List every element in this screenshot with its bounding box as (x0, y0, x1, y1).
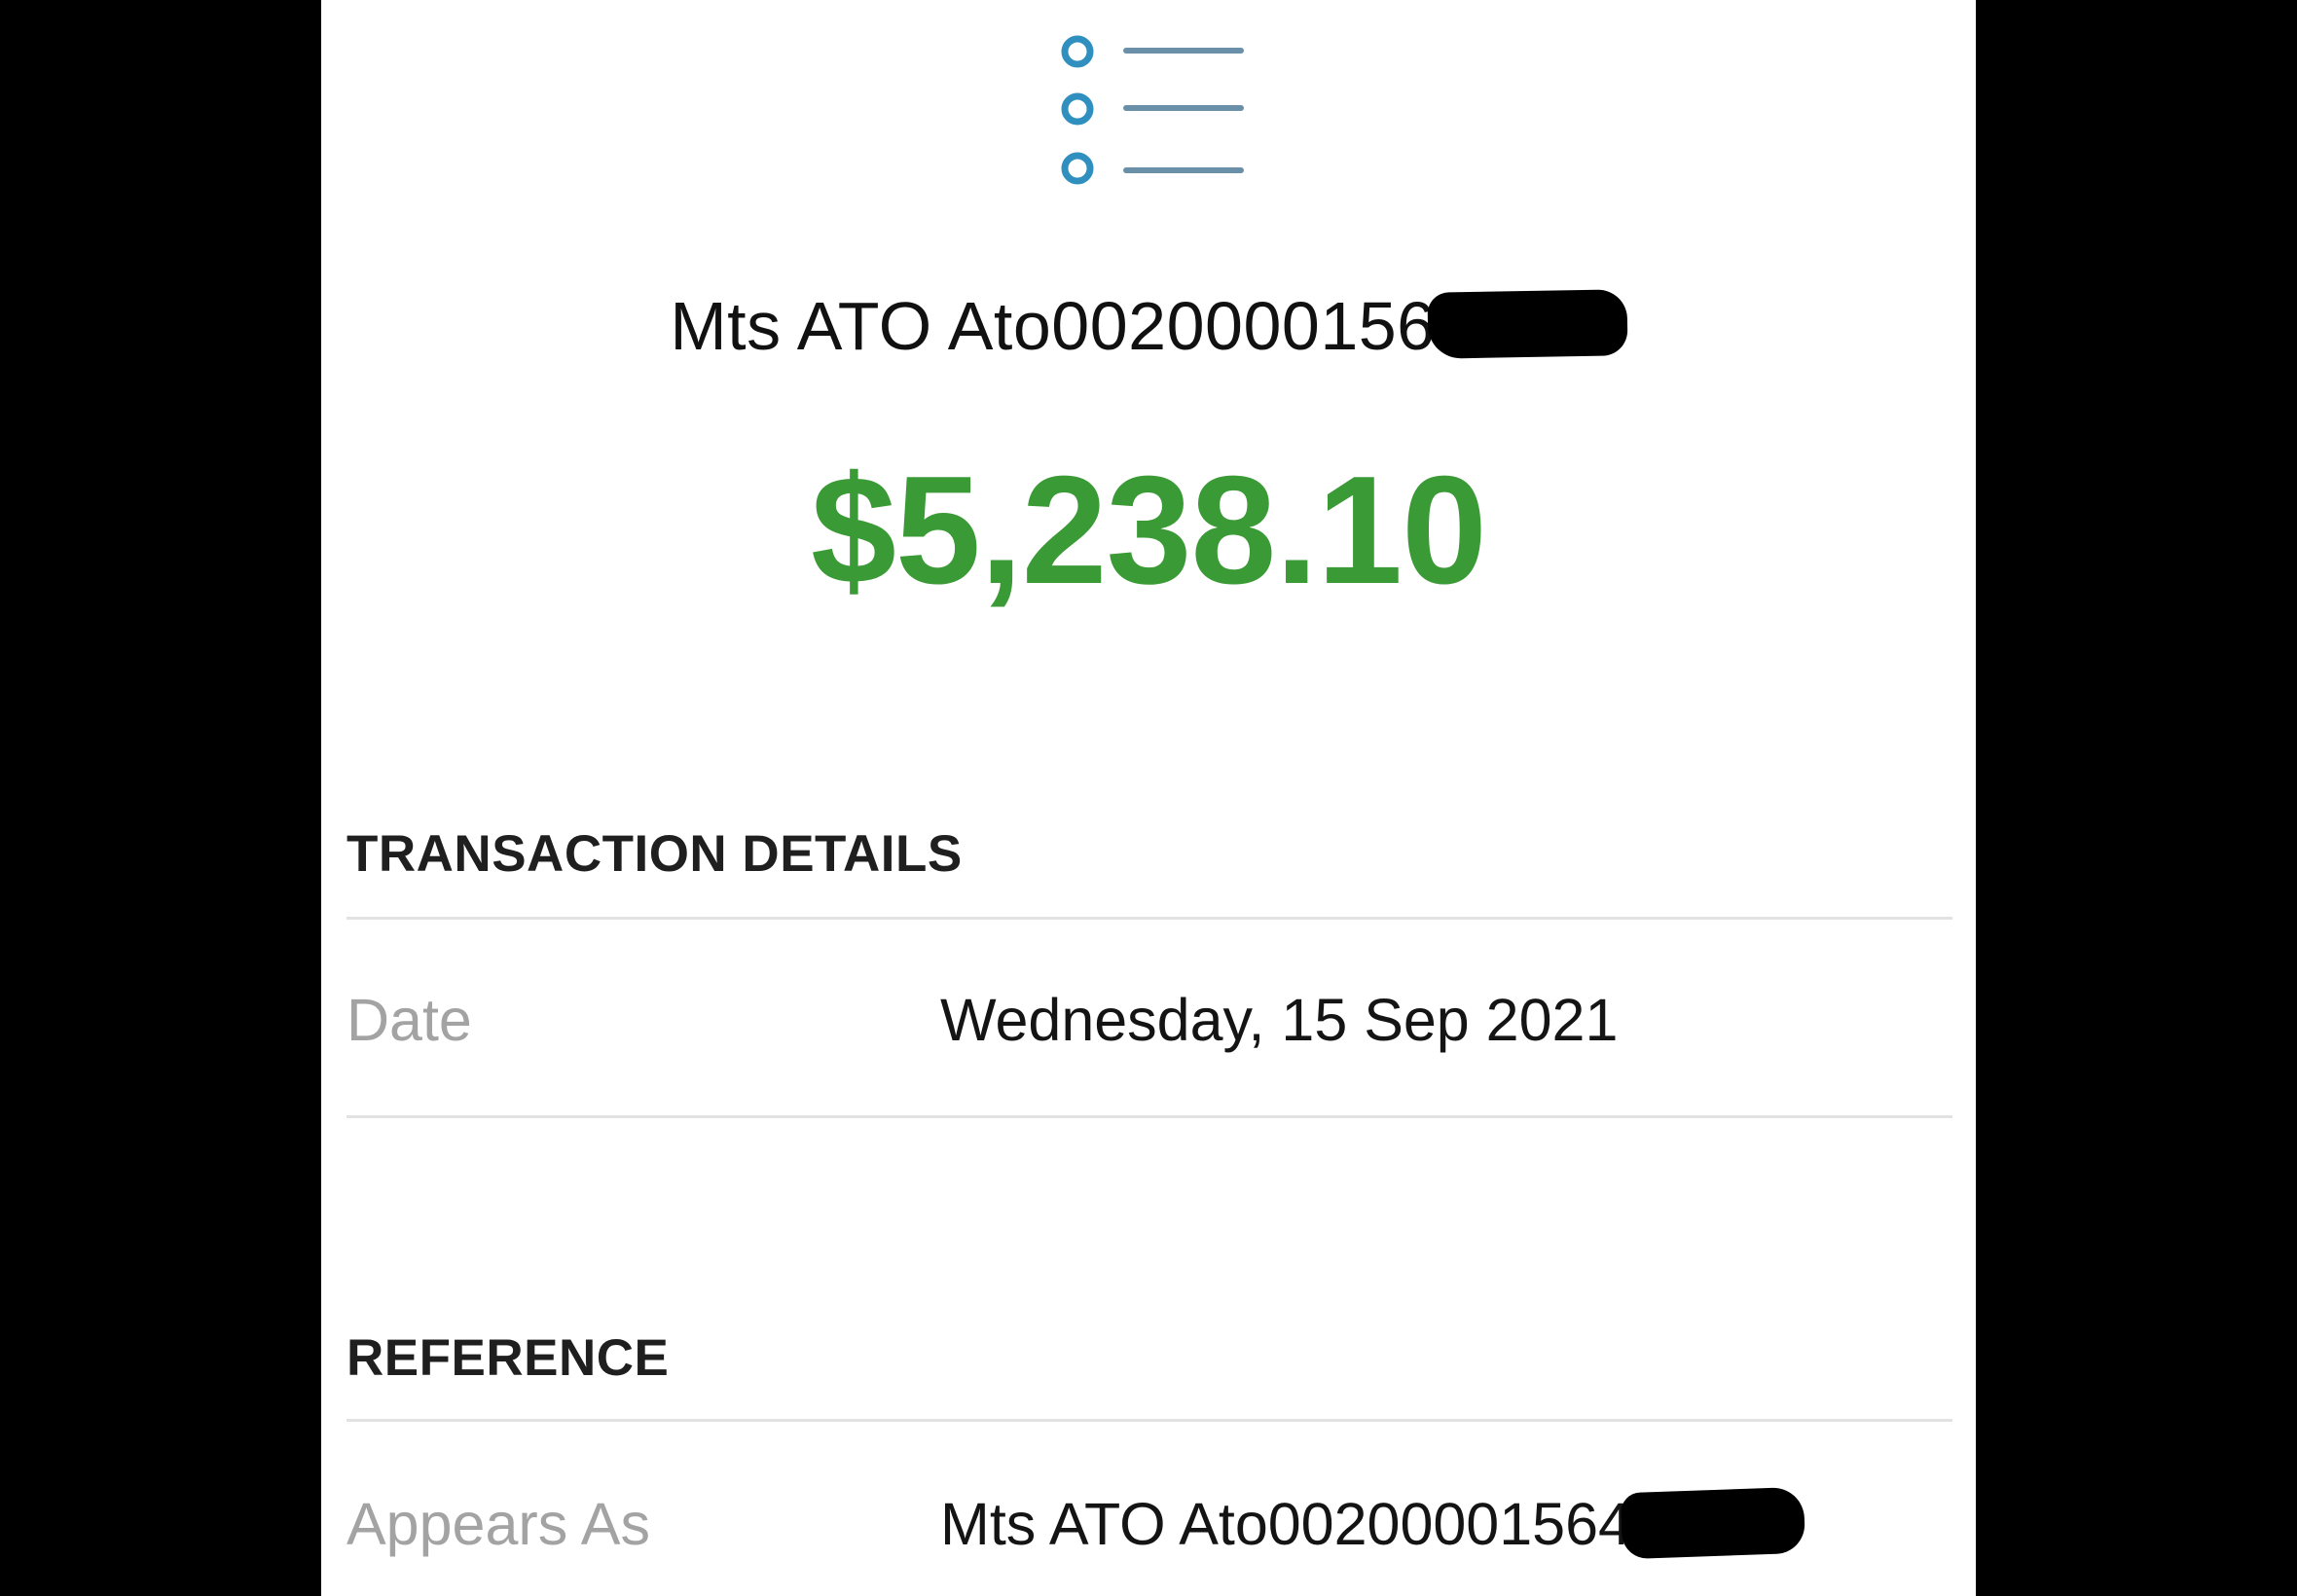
divider (346, 1419, 1952, 1422)
transaction-amount: $5,238.10 (811, 445, 1487, 616)
appears-as-label: Appears As (346, 1491, 650, 1557)
section-header-reference: REFERENCE (346, 1329, 670, 1387)
date-label: Date (346, 987, 472, 1053)
transaction-detail-screen: Mts ATO Ato0020000156 $5,238.10 TRANSACT… (321, 0, 1976, 1596)
list-icon (1061, 35, 1244, 185)
redaction-mark (1620, 1486, 1806, 1560)
redaction-mark (1427, 289, 1628, 359)
merchant-name-text: Mts ATO Ato0020000156 (670, 288, 1436, 364)
merchant-name: Mts ATO Ato0020000156 (321, 282, 1976, 370)
section-header-transaction-details: TRANSACTION DETAILS (346, 825, 963, 883)
divider (346, 917, 1952, 920)
appears-as-value: Mts ATO Ato00200001564 (940, 1486, 1806, 1561)
date-value: Wednesday, 15 Sep 2021 (940, 987, 1619, 1053)
divider (346, 1115, 1952, 1118)
appears-as-text: Mts ATO Ato00200001564 (940, 1491, 1631, 1557)
